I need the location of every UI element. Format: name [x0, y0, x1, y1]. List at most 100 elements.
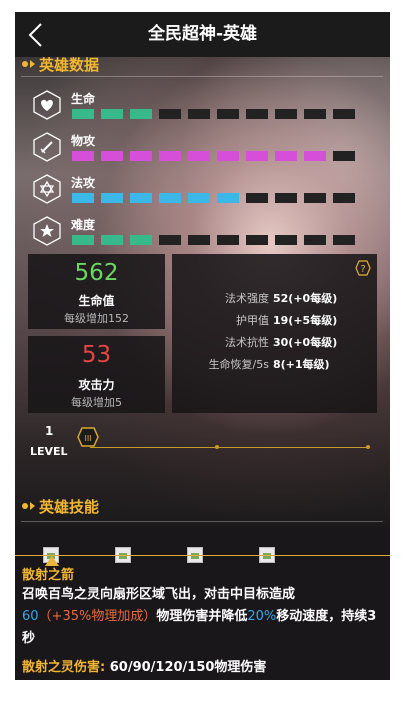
- skill-desc-text: 物理伤害并降低: [156, 609, 248, 624]
- selected-skill-marker: [45, 556, 59, 566]
- stat-bar: [72, 193, 362, 203]
- level-slider-knob[interactable]: III: [77, 427, 99, 447]
- hp-label: 生命值: [78, 294, 115, 308]
- help-icon[interactable]: ?: [355, 260, 371, 276]
- attribute-name: 法术强度: [225, 292, 269, 305]
- hero-detail-screen: 全民超神-英雄 英雄数据 生命 物攻 法攻 难度 562 生命值 每级增加152 53…: [15, 12, 390, 680]
- hero-skills-heading: 英雄技能: [21, 494, 99, 518]
- section-bullet-icon: [22, 60, 35, 68]
- attribute-row: 法术抗性 30(+0每级): [172, 334, 377, 352]
- stat-bar-segment: [72, 109, 94, 119]
- stat-bar-segment: [275, 235, 297, 245]
- stat-bar-segment: [246, 235, 268, 245]
- attack-growth: 每级增加5: [71, 396, 122, 409]
- stat-row: 法攻: [32, 174, 362, 208]
- heart-icon: [33, 90, 61, 120]
- stat-bar: [72, 109, 362, 119]
- level-slider-dot: [215, 445, 219, 449]
- stat-bar-segment: [130, 193, 152, 203]
- level-label: LEVEL: [30, 445, 68, 458]
- attribute-value: 30(+0每级): [273, 336, 338, 349]
- stat-bar-segment: [130, 109, 152, 119]
- skill-desc-bonus: （+35%物理加成）: [38, 609, 157, 624]
- skill-desc-percent: 20%: [247, 609, 277, 624]
- level-slider-dot: [366, 445, 370, 449]
- stat-label: 法攻: [71, 176, 96, 190]
- stat-label: 生命: [71, 92, 96, 106]
- attribute-card: ? 法术强度 52(+0每级) 护甲值 19(+5每级) 法术抗性 30(+0每级) 生命恢…: [172, 254, 377, 413]
- stat-bar-segment: [217, 235, 239, 245]
- stat-bar-segment: [246, 109, 268, 119]
- stat-bar-segment: [304, 235, 326, 245]
- stat-bar-segment: [188, 109, 210, 119]
- stat-bar-segment: [217, 109, 239, 119]
- skill-desc-number: 60: [22, 609, 39, 624]
- stat-bar-segment: [159, 193, 181, 203]
- skill-damage-value: 60/90/120/150物理伤害: [105, 660, 267, 675]
- star-of-david-icon: [33, 174, 61, 204]
- svg-text:?: ?: [360, 264, 365, 275]
- stat-bar-segment: [246, 151, 268, 161]
- divider: [21, 521, 383, 522]
- skill-name: 散射之箭: [22, 568, 75, 583]
- stat-bar-segment: [304, 193, 326, 203]
- knob-label: III: [84, 434, 91, 443]
- attribute-row: 生命恢复/5s 8(+1每级): [172, 356, 377, 374]
- stat-label: 难度: [71, 218, 96, 232]
- level-value: 1: [45, 424, 54, 438]
- stat-bar: [72, 151, 362, 161]
- stat-bar-segment: [333, 193, 355, 203]
- stat-bar-segment: [72, 193, 94, 203]
- attribute-row: 法术强度 52(+0每级): [172, 290, 377, 308]
- divider: [21, 76, 383, 77]
- attribute-name: 护甲值: [236, 314, 269, 327]
- stat-bar-segment: [188, 193, 210, 203]
- attack-card: 53 攻击力 每级增加5: [28, 336, 165, 413]
- stat-bar-segment: [333, 151, 355, 161]
- skill-desc-text: 召唤百鸟之灵向扇形区域飞出，对击中目标造成: [22, 587, 296, 602]
- stat-row: 物攻: [32, 132, 362, 166]
- stat-bar-segment: [130, 151, 152, 161]
- stat-row: 生命: [32, 90, 362, 124]
- stat-bar-segment: [217, 151, 239, 161]
- star-icon: [33, 216, 61, 246]
- stat-label: 物攻: [71, 134, 96, 148]
- stat-bar-segment: [101, 151, 123, 161]
- skill-divider: [15, 555, 390, 556]
- stat-bar-segment: [101, 235, 123, 245]
- attribute-value: 52(+0每级): [273, 292, 338, 305]
- sword-icon: [33, 132, 61, 162]
- skill-damage-label: 散射之灵伤害:: [22, 660, 106, 675]
- stat-bar-segment: [101, 193, 123, 203]
- hp-growth: 每级增加152: [64, 312, 129, 325]
- skill-description: 召唤百鸟之灵向扇形区域飞出，对击中目标造成 60（+35%物理加成）物理伤害并降…: [22, 584, 382, 650]
- stat-bar-segment: [130, 235, 152, 245]
- stat-bar-segment: [159, 235, 181, 245]
- stat-bar-segment: [304, 151, 326, 161]
- attribute-value: 8(+1每级): [273, 358, 330, 371]
- attribute-name: 生命恢复/5s: [208, 358, 269, 371]
- stat-bar-segment: [188, 151, 210, 161]
- stat-bar-segment: [159, 109, 181, 119]
- stat-bar-segment: [217, 193, 239, 203]
- skill-damage: 散射之灵伤害: 60/90/120/150物理伤害: [22, 656, 266, 675]
- stat-bar-segment: [72, 235, 94, 245]
- stat-bar-segment: [246, 193, 268, 203]
- attribute-row: 护甲值 19(+5每级): [172, 312, 377, 330]
- hp-card: 562 生命值 每级增加152: [28, 254, 165, 329]
- stat-bar-segment: [275, 193, 297, 203]
- stat-bar-segment: [333, 109, 355, 119]
- stat-bar: [72, 235, 362, 245]
- top-bar: 全民超神-英雄: [15, 12, 390, 57]
- attack-label: 攻击力: [78, 378, 115, 392]
- stat-bar-segment: [275, 109, 297, 119]
- stat-bar-segment: [304, 109, 326, 119]
- stat-bar-segment: [159, 151, 181, 161]
- level-slider-track[interactable]: [90, 447, 368, 448]
- hp-value: 562: [74, 260, 119, 286]
- attribute-value: 19(+5每级): [273, 314, 338, 327]
- attack-value: 53: [81, 342, 112, 368]
- stat-bar-segment: [275, 151, 297, 161]
- page-title: 全民超神-英雄: [147, 24, 258, 44]
- stat-bar-segment: [333, 235, 355, 245]
